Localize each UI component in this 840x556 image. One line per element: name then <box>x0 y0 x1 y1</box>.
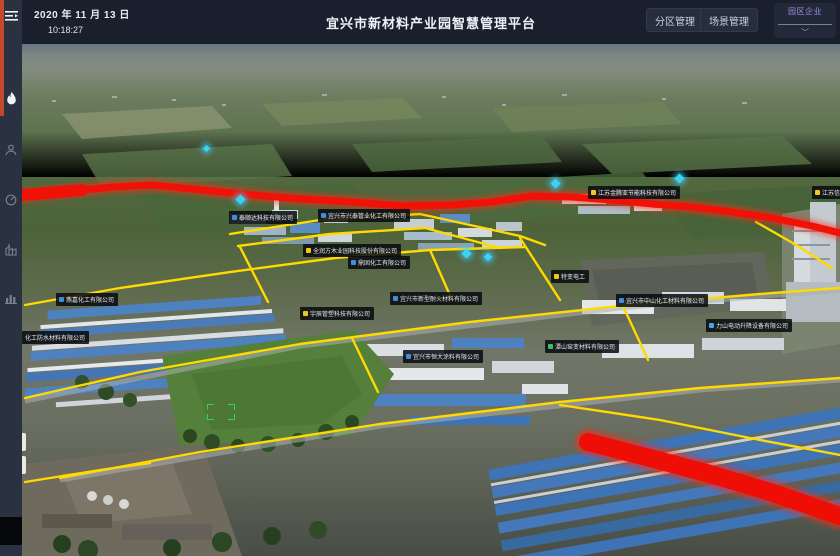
panel-handle[interactable] <box>22 433 26 451</box>
factory-icon[interactable] <box>0 240 22 260</box>
company-name: 江苏信汇新材料有限公司 <box>822 188 840 197</box>
map-company-label[interactable]: 化工防水材料有限公司 <box>22 331 89 344</box>
map-company-label[interactable]: 泰顺达科技有限公司 <box>229 211 297 224</box>
map-company-label[interactable]: 宜兴市恒大涂料有限公司 <box>403 350 483 363</box>
map-company-label[interactable]: 宜兴市新型耐火材料有限公司 <box>390 292 482 305</box>
company-marker-icon <box>548 344 553 349</box>
zone-manage-button[interactable]: 分区管理 <box>646 8 704 32</box>
park-enterprise-dropdown[interactable]: 园区企业 ﹀ <box>774 3 836 38</box>
current-date: 2020 年 11 月 13 日 <box>34 6 130 21</box>
company-name: 潭山窑变材料有限公司 <box>555 342 615 351</box>
map-company-label[interactable]: 宜兴市兴泰管业化工有限公司 <box>318 209 410 222</box>
map-company-label[interactable]: 力山电动升降设备有限公司 <box>706 319 792 332</box>
company-name: 化工防水材料有限公司 <box>25 333 85 342</box>
chevron-down-icon: ﹀ <box>801 30 809 36</box>
company-marker-icon <box>306 248 311 253</box>
company-marker-icon <box>619 298 624 303</box>
map-company-label[interactable]: 燕嘉化工有限公司 <box>56 293 118 306</box>
header-bar: 2020 年 11 月 13 日 10:18:27 宜兴市新材料产业园智慧管理平… <box>22 0 840 44</box>
company-marker-icon <box>393 296 398 301</box>
page-title: 宜兴市新材料产业园智慧管理平台 <box>326 13 536 32</box>
dropdown-label: 园区企业 <box>788 6 822 17</box>
datetime-block: 2020 年 11 月 13 日 10:18:27 <box>34 6 130 35</box>
company-marker-icon <box>554 274 559 279</box>
panel-handle[interactable] <box>22 456 26 474</box>
company-name: 燕嘉化工有限公司 <box>66 295 114 304</box>
company-marker-icon <box>232 215 237 220</box>
fire-icon[interactable] <box>0 88 22 108</box>
map-company-label[interactable]: 特变电工 <box>551 270 589 283</box>
company-name: 泰顺达科技有限公司 <box>239 213 293 222</box>
map-company-label[interactable]: 宇辰管塑科技有限公司 <box>300 307 374 320</box>
gauge-icon[interactable] <box>0 190 22 210</box>
company-marker-icon <box>351 260 356 265</box>
company-marker-icon <box>591 190 596 195</box>
company-name: 宇辰管塑科技有限公司 <box>310 309 370 318</box>
company-name: 宜兴市恒大涂料有限公司 <box>413 352 479 361</box>
map-company-label[interactable]: 江苏金腾亚节能科技有限公司 <box>588 186 680 199</box>
company-name: 江苏金腾亚节能科技有限公司 <box>598 188 676 197</box>
company-marker-icon <box>59 297 64 302</box>
map-company-label[interactable]: 潭山窑变材料有限公司 <box>545 340 619 353</box>
current-time: 10:18:27 <box>48 25 130 35</box>
map-company-label[interactable]: 宜兴市中山化工材料有限公司 <box>616 294 708 307</box>
map-company-label[interactable]: 鼎固化工有限公司 <box>348 256 410 269</box>
company-name: 特变电工 <box>561 272 585 281</box>
company-marker-icon <box>303 311 308 316</box>
scene-manage-button[interactable]: 场景管理 <box>700 8 758 32</box>
company-name: 全润方木业园科技股份有限公司 <box>313 246 397 255</box>
company-name: 力山电动升降设备有限公司 <box>716 321 788 330</box>
company-marker-icon <box>406 354 411 359</box>
company-marker-icon <box>321 213 326 218</box>
company-name: 宜兴市中山化工材料有限公司 <box>626 296 704 305</box>
menu-icon[interactable] <box>0 6 22 26</box>
user-icon[interactable] <box>0 140 22 160</box>
sidebar-footer-block <box>0 517 22 545</box>
bar-chart-icon[interactable] <box>0 288 22 308</box>
left-toolbar <box>0 0 22 556</box>
company-marker-icon <box>709 323 714 328</box>
dropdown-divider <box>778 24 832 25</box>
company-name: 宜兴市兴泰管业化工有限公司 <box>328 211 406 220</box>
company-name: 宜兴市新型耐火材料有限公司 <box>400 294 478 303</box>
company-name: 鼎固化工有限公司 <box>358 258 406 267</box>
company-marker-icon <box>815 190 820 195</box>
map-company-label[interactable]: 江苏信汇新材料有限公司 <box>812 186 840 199</box>
